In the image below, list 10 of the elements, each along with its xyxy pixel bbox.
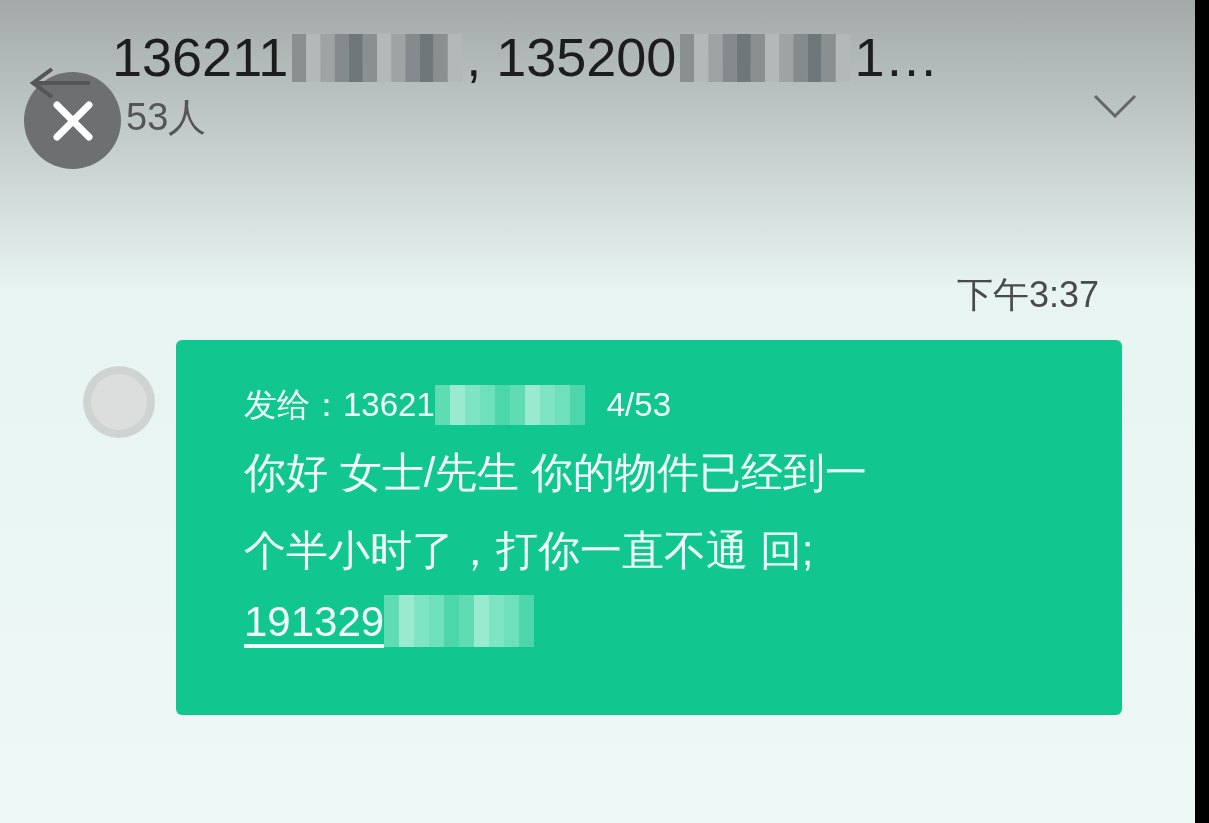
recipient-title: 136211 [112, 28, 289, 88]
phone-link[interactable]: 191329 [244, 589, 385, 653]
message-counter: 4/53 [606, 385, 671, 425]
recipient-title: 1… [854, 28, 939, 88]
recipient-label: 发给：13621 [244, 385, 435, 425]
message-text: 个半小时了，打你一直不通 回; [244, 526, 814, 574]
member-count: 53人 [126, 95, 207, 141]
message-text: 你好 女士/先生 你的物件已经到一 [244, 448, 867, 496]
recipient-title: , 135200 [466, 28, 677, 88]
message-time: 下午3:37 [956, 274, 1099, 315]
